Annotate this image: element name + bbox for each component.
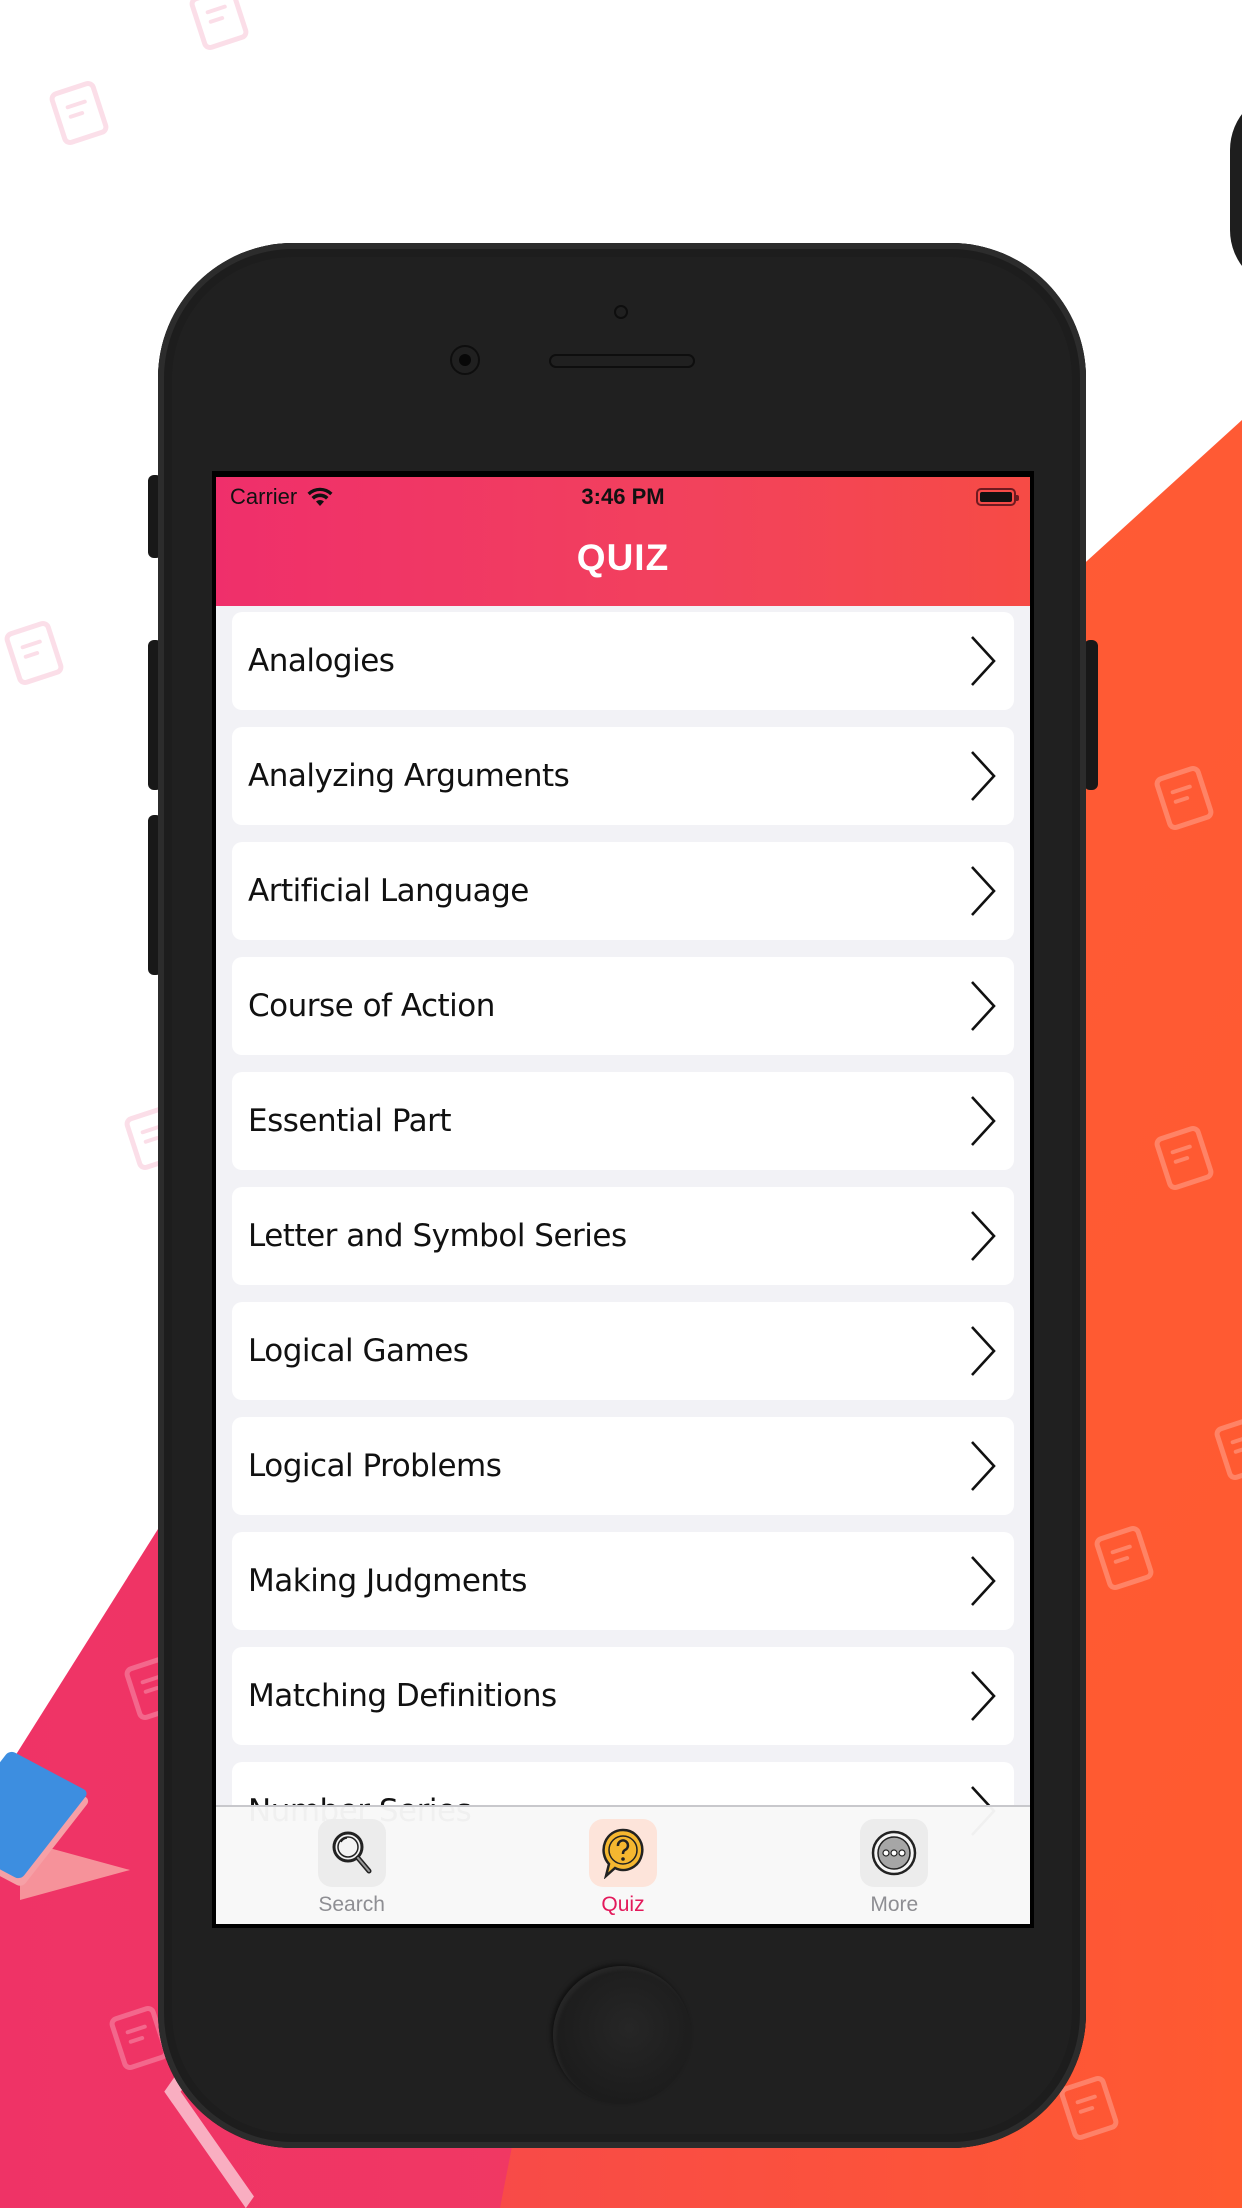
list-item-label: Essential Part [248,1103,452,1139]
home-button [553,1966,691,2104]
chevron-right-icon [971,1441,996,1491]
list-item-artificial-language[interactable]: Artificial Language [232,842,1014,940]
proximity-sensor [614,305,628,319]
tab-icon-container [588,1819,657,1887]
quiz-category-list: Analogies Analyzing Arguments Artificial… [232,612,1014,1877]
list-item-logical-problems[interactable]: Logical Problems [232,1417,1014,1515]
question-bubble-icon [602,1828,644,1879]
list-item-label: Logical Games [248,1333,469,1369]
more-dots-icon [872,1830,917,1876]
list-item-label: Logical Problems [248,1448,502,1484]
phone-screen: Carrier 3:46 PM QUIZ Analogies Analyzing… [212,471,1034,1928]
list-item-label: Analyzing Arguments [248,758,570,794]
power-button [1084,640,1098,790]
tab-search[interactable]: Search [252,1807,452,1917]
note-doodle-icon [2,618,66,688]
wifi-icon [307,487,333,506]
clock: 3:46 PM [581,484,665,509]
list-item-letter-and-symbol-series[interactable]: Letter and Symbol Series [232,1187,1014,1285]
status-bar: Carrier 3:46 PM [216,477,1030,517]
list-item-course-of-action[interactable]: Course of Action [232,957,1014,1055]
note-doodle-icon [47,78,111,148]
front-camera-icon [450,345,480,375]
list-item-label: Course of Action [248,988,495,1024]
chevron-right-icon [971,866,996,916]
list-item-label: Artificial Language [248,873,529,909]
background-dark-shape [1230,90,1242,290]
list-item-matching-definitions[interactable]: Matching Definitions [232,1647,1014,1745]
tab-label: Search [318,1893,385,1916]
tab-label: Quiz [601,1893,645,1916]
battery-fill [980,492,1012,502]
list-item-logical-games[interactable]: Logical Games [232,1302,1014,1400]
magnifier-icon [332,1831,372,1874]
list-item-label: Letter and Symbol Series [248,1218,627,1254]
chevron-right-icon [971,1096,996,1146]
app-screen: Carrier 3:46 PM QUIZ Analogies Analyzing… [216,477,1030,1924]
tab-quiz[interactable]: Quiz [523,1807,723,1917]
list-item-label: Making Judgments [248,1563,527,1599]
chevron-right-icon [971,1211,996,1261]
chevron-right-icon [971,751,996,801]
chevron-right-icon [971,1671,996,1721]
chevron-right-icon [971,1556,996,1606]
list-item-essential-part[interactable]: Essential Part [232,1072,1014,1170]
navigation-header: Carrier 3:46 PM QUIZ [216,477,1030,606]
page-title: QUIZ [576,537,670,578]
list-item-analogies[interactable]: Analogies [232,612,1014,710]
status-left: Carrier [230,484,333,510]
chevron-right-icon [971,636,996,686]
tab-icon-container [860,1819,929,1887]
list-item-making-judgments[interactable]: Making Judgments [232,1532,1014,1630]
list-item-analyzing-arguments[interactable]: Analyzing Arguments [232,727,1014,825]
battery-icon [976,488,1019,506]
tab-label: More [870,1893,919,1916]
note-doodle-icon [187,0,251,53]
chevron-right-icon [971,981,996,1031]
earpiece-speaker [549,354,695,368]
list-item-label: Matching Definitions [248,1678,557,1714]
tab-more[interactable]: More [794,1807,994,1917]
chevron-right-icon [971,1326,996,1376]
list-item-label: Analogies [248,643,395,679]
carrier-label: Carrier [230,484,298,509]
tab-icon-container [317,1819,386,1887]
tab-bar: Search Quiz More [216,1805,1030,1924]
